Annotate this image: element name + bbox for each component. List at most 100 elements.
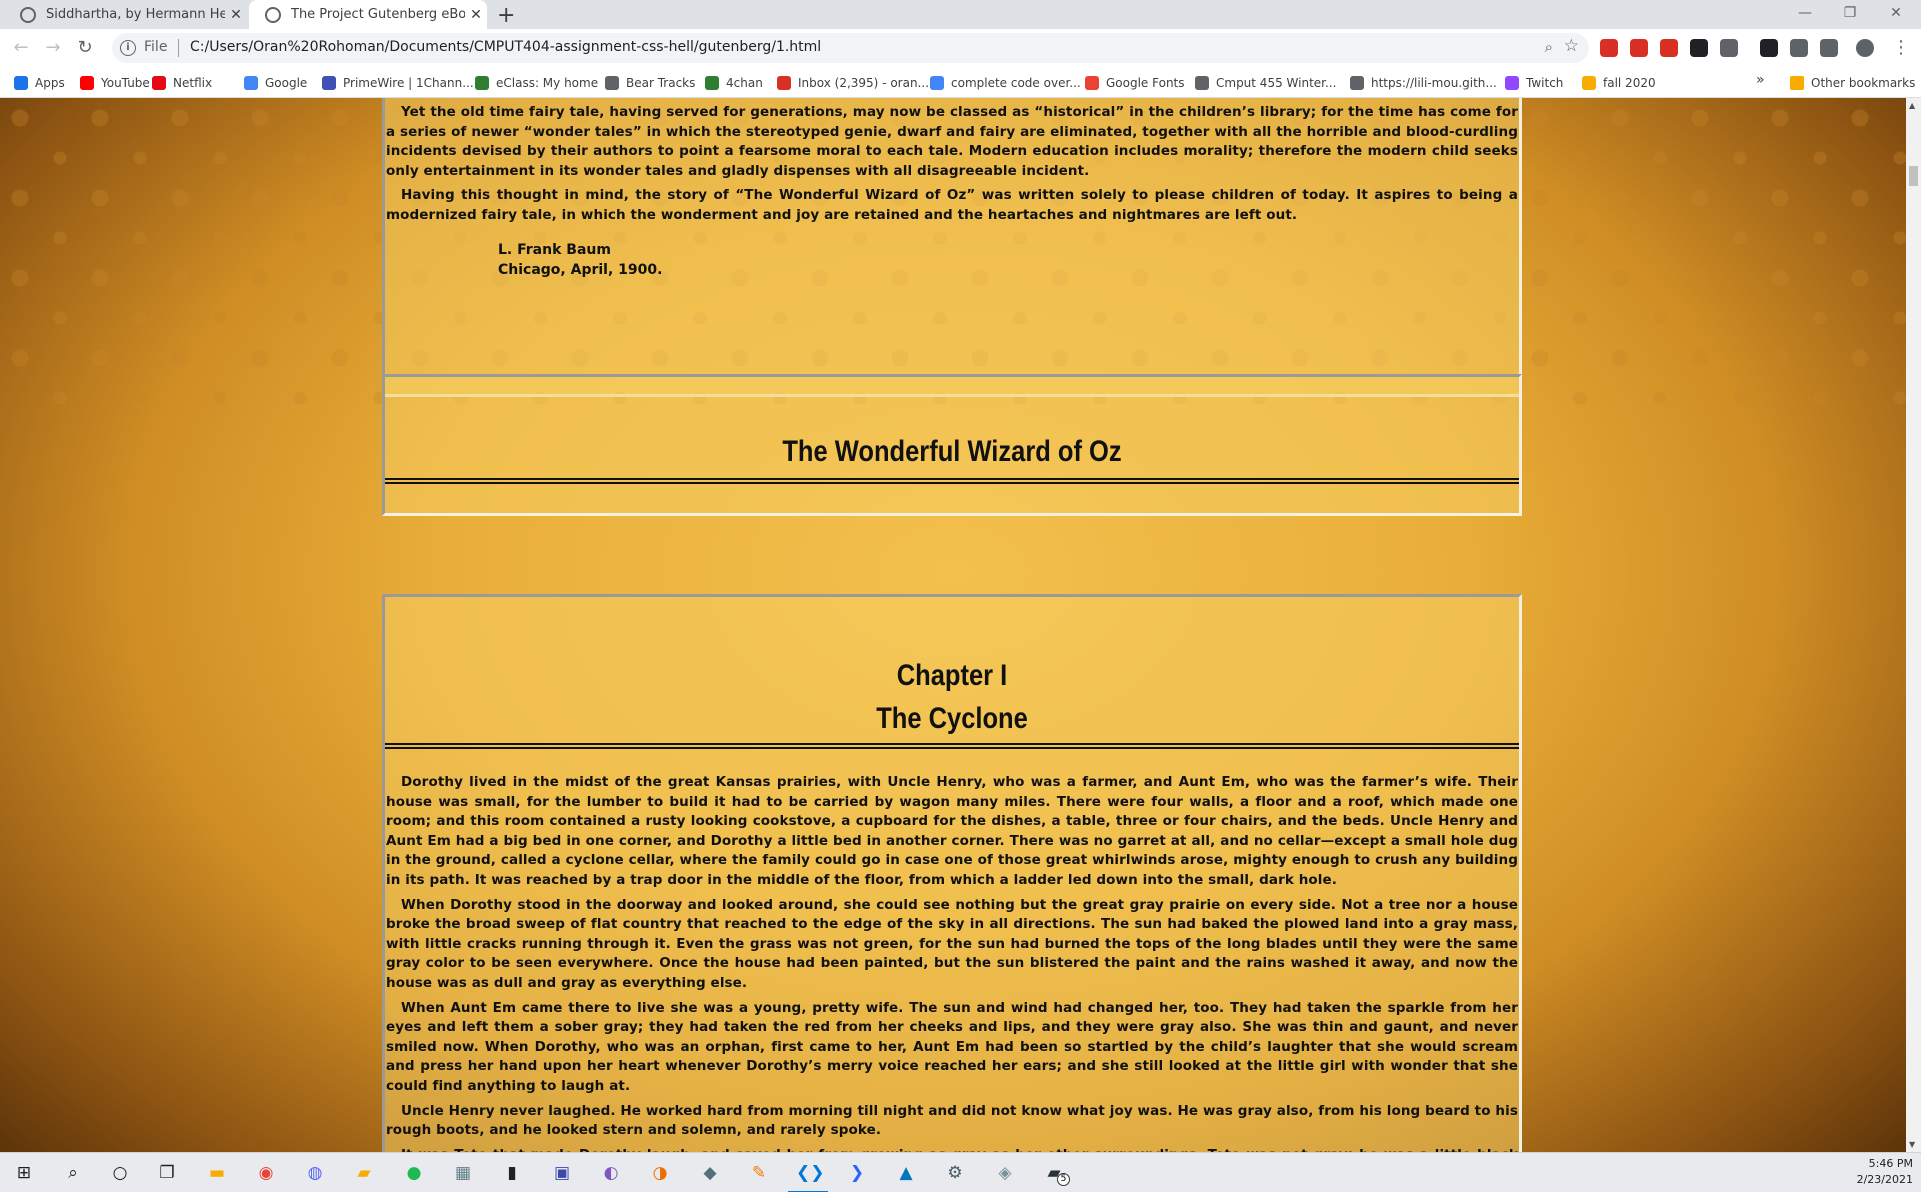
photos-icon[interactable]: ▦	[451, 1161, 475, 1185]
bookmark-item[interactable]: Bear Tracks	[605, 72, 695, 94]
bookmark-label: Apps	[35, 76, 65, 90]
back-arrow-icon[interactable]: ←	[9, 36, 33, 60]
chapter-name: The Cyclone	[876, 702, 1028, 735]
bookmark-label: Google	[265, 76, 308, 90]
book-title: The Wonderful Wizard of Oz	[782, 435, 1122, 468]
scrollbar-thumb[interactable]	[1909, 166, 1918, 186]
bookmark-label: complete code over...	[951, 76, 1081, 90]
search-icon[interactable]: ⌕	[61, 1161, 85, 1185]
fonts-icon	[1085, 76, 1099, 90]
bookmark-item[interactable]: eClass: My home	[475, 72, 598, 94]
forward-arrow-icon[interactable]: →	[41, 36, 65, 60]
preface-panel: Yet the old time fairy tale, having serv…	[382, 98, 1522, 397]
paragraph: When Dorothy stood in the doorway and lo…	[386, 896, 1518, 991]
tab-title: The Project Gutenberg eBook of	[291, 7, 465, 22]
paint-icon[interactable]: ✎	[747, 1161, 771, 1185]
task-view-icon[interactable]: ❐	[155, 1161, 179, 1185]
signature-place-date: Chicago, April, 1900.	[498, 261, 663, 278]
bookmark-item[interactable]: Google	[244, 72, 307, 94]
globe-icon	[1195, 76, 1209, 90]
app-blue-icon[interactable]: ▲	[894, 1161, 918, 1185]
bookmark-label: https://lili-mou.gith...	[1371, 76, 1497, 90]
more-bookmarks-button[interactable]: »	[1756, 72, 1765, 88]
bookmark-item[interactable]: 4chan	[705, 72, 763, 94]
terminal-icon[interactable]: ▮	[500, 1161, 524, 1185]
tab-strip: Siddhartha, by Hermann Hesse ✕ The Proje…	[0, 0, 1921, 29]
reload-icon[interactable]: ↻	[73, 36, 97, 60]
zoom-icon[interactable]: ⌕	[1545, 38, 1553, 56]
bookmark-item[interactable]: PrimeWire | 1Chann...	[322, 72, 474, 94]
chapter-number: Chapter I	[896, 659, 1008, 692]
adblock-icon[interactable]	[1600, 39, 1618, 57]
preface-text: Yet the old time fairy tale, having serv…	[386, 103, 1518, 226]
address-bar[interactable]: i File C:/Users/Oran%20Rohoman/Documents…	[112, 33, 1589, 63]
app-grey-icon[interactable]: ◈	[993, 1161, 1017, 1185]
profile-avatar[interactable]	[1856, 39, 1874, 57]
powershell-icon[interactable]: ❯	[845, 1161, 869, 1185]
netflix-icon	[152, 76, 166, 90]
discord-icon[interactable]: ◍	[303, 1161, 327, 1185]
queue-icon[interactable]	[1820, 39, 1838, 57]
bookmark-item[interactable]: Inbox (2,395) - oran...	[777, 72, 929, 94]
network-icon[interactable]: ▣	[550, 1161, 574, 1185]
minimize-button[interactable]: —	[1785, 0, 1825, 29]
chrome-icon[interactable]: ◉	[254, 1161, 278, 1185]
new-tab-button[interactable]: +	[497, 3, 515, 28]
tab-close-icon[interactable]: ✕	[465, 7, 487, 23]
windows-taskbar: ⊞ ⌕ ○ ❐ ▬ ◉ ◍ ▰ ● ▦ ▮ ▣ ◐ ◑ ◆ ✎ ❮❯ ❯ ▲ ⚙ ◈ ▰ 5 5:46 PM 2/23/20…	[0, 1152, 1921, 1192]
restore-button[interactable]: ❐	[1830, 0, 1870, 29]
globe-icon	[265, 6, 281, 23]
chapter-panel: Chapter I The Cyclone Dorothy lived in t…	[382, 594, 1522, 1152]
bookmark-label: Bear Tracks	[626, 76, 696, 90]
folder-icon	[1582, 76, 1596, 90]
eclass-icon	[475, 76, 489, 90]
paragraph: When Aunt Em came there to live she was …	[386, 999, 1518, 1094]
bookmark-item[interactable]: Google Fonts	[1085, 72, 1185, 94]
menu-kebab-icon[interactable]: ⋮	[1889, 36, 1913, 60]
cortana-icon[interactable]: ○	[108, 1161, 132, 1185]
paragraph: Uncle Henry never laughed. He worked har…	[386, 1102, 1518, 1139]
bookmark-label: YouTube	[101, 76, 150, 90]
tab-close-icon[interactable]: ✕	[225, 7, 247, 23]
docs-icon	[930, 76, 944, 90]
spotify-icon[interactable]: ●	[402, 1161, 426, 1185]
box-icon[interactable]: ◆	[698, 1161, 722, 1185]
bookmark-item[interactable]: YouTube	[80, 72, 150, 94]
notes-icon[interactable]: ▰	[352, 1161, 376, 1185]
half-circle-icon[interactable]	[1720, 39, 1738, 57]
bookmark-item[interactable]: Netflix	[152, 72, 212, 94]
clock-date: 2/23/2021	[1856, 1173, 1913, 1186]
vscode-icon[interactable]: ❮❯	[788, 1161, 828, 1192]
info-icon[interactable]: i	[120, 40, 136, 56]
bookmark-item[interactable]: fall 2020	[1582, 72, 1656, 94]
bookmark-star-icon[interactable]: ☆	[1564, 36, 1579, 56]
page-scrollbar[interactable]: ▲ ▼	[1906, 98, 1921, 1152]
bookmark-item[interactable]: complete code over...	[930, 72, 1081, 94]
tab-title: Siddhartha, by Hermann Hesse	[46, 7, 225, 22]
app-purple-icon[interactable]: ◐	[599, 1161, 623, 1185]
shield-icon[interactable]	[1760, 39, 1778, 57]
windows-start-icon[interactable]: ⊞	[12, 1161, 36, 1185]
bookmark-item[interactable]: Twitch	[1505, 72, 1563, 94]
puzzle-icon[interactable]	[1790, 39, 1808, 57]
stop-icon[interactable]	[1630, 39, 1648, 57]
other-bookmarks[interactable]: Other bookmarks	[1790, 72, 1915, 94]
sync-icon[interactable]	[1690, 39, 1708, 57]
tab-siddhartha[interactable]: Siddhartha, by Hermann Hesse ✕	[4, 0, 247, 29]
bookmark-item[interactable]: https://lili-mou.gith...	[1350, 72, 1497, 94]
close-window-button[interactable]: ✕	[1876, 0, 1916, 29]
settings-icon[interactable]: ⚙	[943, 1161, 967, 1185]
bookmark-item[interactable]: Cmput 455 Winter...	[1195, 72, 1336, 94]
app-orange-icon[interactable]: ◑	[648, 1161, 672, 1185]
system-clock[interactable]: 5:46 PM 2/23/2021	[1857, 1156, 1913, 1188]
url-text[interactable]: C:/Users/Oran%20Rohoman/Documents/CMPUT4…	[190, 39, 821, 55]
scroll-down-arrow-icon[interactable]: ▼	[1909, 1140, 1915, 1149]
video-icon[interactable]	[1660, 39, 1678, 57]
bookmark-label: Inbox (2,395) - oran...	[798, 76, 930, 90]
folder-icon	[1790, 76, 1804, 90]
scroll-up-arrow-icon[interactable]: ▲	[1909, 101, 1915, 110]
tab-gutenberg[interactable]: The Project Gutenberg eBook of ✕	[249, 0, 487, 29]
signature: L. Frank Baum Chicago, April, 1900.	[498, 240, 1518, 280]
file-explorer-icon[interactable]: ▬	[205, 1161, 229, 1185]
bookmark-item[interactable]: Apps	[14, 72, 65, 94]
